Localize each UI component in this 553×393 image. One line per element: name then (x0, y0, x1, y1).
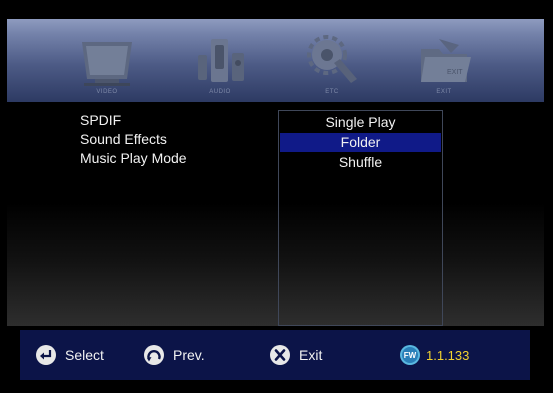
tab-etc[interactable]: ETC (287, 19, 377, 102)
exit-x-icon (270, 345, 290, 365)
tab-exit-label: EXIT (436, 89, 452, 95)
footer-exit-label: Exit (299, 347, 323, 363)
settings-menu: SPDIF Sound Effects Music Play Mode (80, 111, 187, 168)
footer-exit[interactable]: Exit (270, 330, 322, 380)
tab-audio-label: AUDIO (209, 89, 231, 95)
menu-item-music-play-mode[interactable]: Music Play Mode (80, 149, 187, 168)
footer-prev[interactable]: Prev. (144, 330, 205, 380)
option-single-play[interactable]: Single Play (280, 113, 441, 132)
option-shuffle[interactable]: Shuffle (280, 153, 441, 172)
firmware-badge-icon: FW (400, 345, 420, 365)
menu-item-sound-effects[interactable]: Sound Effects (80, 130, 187, 149)
tab-video-label: VIDEO (96, 89, 118, 95)
tab-etc-label: ETC (325, 89, 339, 95)
tab-exit[interactable]: EXIT EXIT (399, 19, 489, 102)
menu-item-spdif[interactable]: SPDIF (80, 111, 187, 130)
footer-prev-label: Prev. (173, 347, 205, 363)
firmware-version: 1.1.133 (426, 347, 470, 363)
top-menu-bar: VIDEO AUDIO ETC EXIT EXIT (7, 19, 544, 102)
tab-video[interactable]: VIDEO (62, 19, 152, 102)
footer-select[interactable]: Select (36, 330, 104, 380)
footer-select-label: Select (65, 347, 104, 363)
firmware-badge-text: FW (404, 351, 417, 360)
footer-firmware: FW 1.1.133 (400, 330, 469, 380)
options-list: Single Play Folder Shuffle (278, 110, 443, 326)
return-arrow-icon (144, 345, 164, 365)
tab-audio[interactable]: AUDIO (175, 19, 265, 102)
option-folder[interactable]: Folder (280, 133, 441, 152)
enter-icon (36, 345, 56, 365)
svg-text:EXIT: EXIT (447, 69, 463, 76)
menu-screen: VIDEO AUDIO ETC EXIT EXIT SPDIF Sound Ef… (0, 0, 553, 393)
footer-bar: Select Prev. Exit FW 1.1.133 (20, 330, 530, 380)
